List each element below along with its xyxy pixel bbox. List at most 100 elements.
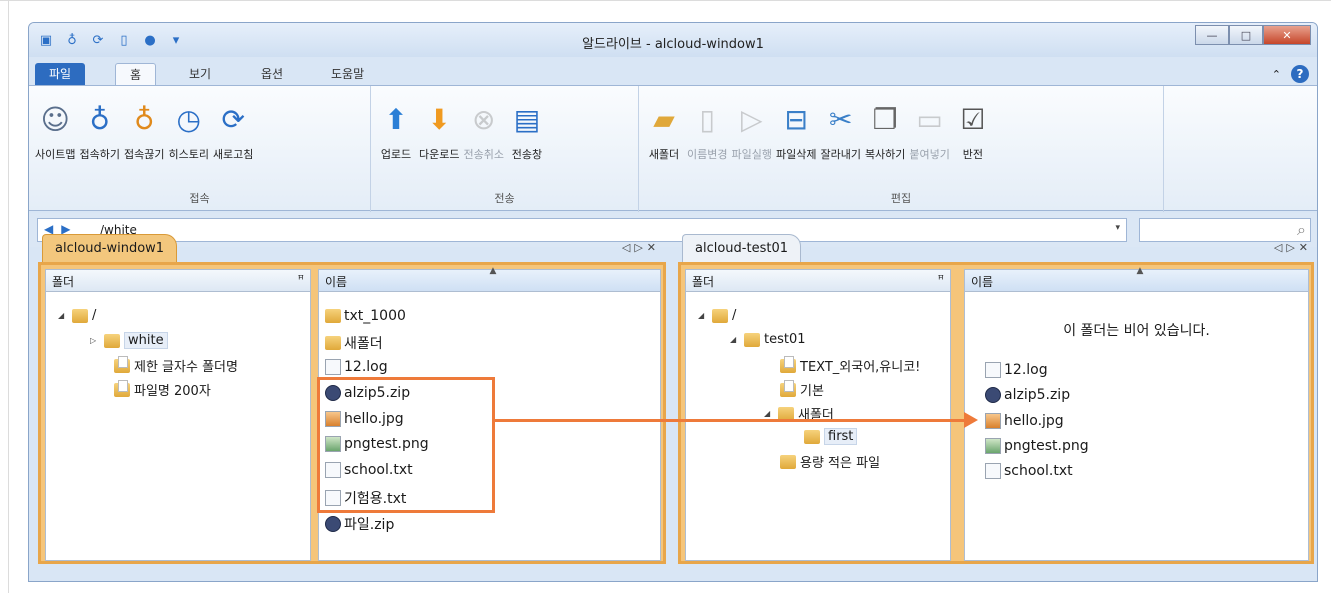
cut-button[interactable]: ✂ 잘라내기 — [818, 100, 862, 162]
collapse-icon: ▷ — [90, 336, 97, 345]
tree-root[interactable]: ◢ / — [58, 308, 96, 323]
upload-button[interactable]: ⬆ 업로드 — [375, 100, 417, 162]
sort-caret-icon: ▲ — [489, 266, 497, 276]
rename-button[interactable]: ▯ 이름변경 — [685, 100, 729, 162]
history-button[interactable]: ◷ 히스토리 — [166, 100, 210, 162]
close-button[interactable]: ✕ — [1263, 25, 1311, 45]
help-icon[interactable]: ? — [1291, 65, 1309, 83]
tree-item-white[interactable]: ▷ white — [90, 332, 168, 349]
title-bar: ▣ ♁ ⟳ ▯ ● ▾ 알드라이브 - alcloud-window1 — □ … — [29, 23, 1317, 57]
text-file-icon — [985, 463, 1001, 479]
tree-item-limit[interactable]: 제한 글자수 폴더명 — [114, 355, 238, 375]
minimize-button[interactable]: — — [1195, 25, 1229, 45]
right-name-header[interactable]: ▲ 이름 — [965, 266, 1308, 292]
run-icon: ▷ — [740, 102, 763, 136]
new-folder-icon: ▰ — [653, 102, 675, 136]
window-icon: ▤ — [513, 102, 541, 136]
cancel-transfer-button[interactable]: ⊗ 전송취소 — [461, 100, 505, 162]
maximize-button[interactable]: □ — [1229, 25, 1263, 45]
transfer-window-button[interactable]: ▤ 전송창 — [506, 100, 548, 162]
new-folder-button[interactable]: ▰ 새폴더 — [643, 100, 685, 162]
zip-file-icon — [985, 387, 1001, 403]
transfer-group-label: 전송 — [494, 192, 515, 205]
expand-icon: ◢ — [764, 409, 771, 418]
list-item[interactable]: 파일.zip — [325, 514, 394, 534]
sitemap-button[interactable]: ☺ 사이트맵 — [33, 100, 77, 162]
window-controls: — □ ✕ — [1195, 25, 1311, 45]
tree-item-filename[interactable]: 파일명 200자 — [114, 379, 211, 399]
disconnect-button[interactable]: ♁ 접속끊기 — [122, 100, 166, 162]
transfer-group: ⬆ 업로드 ⬇ 다운로드 ⊗ 전송취소 ▤ 전송창 전송 — [371, 86, 639, 212]
empty-folder-message: 이 폴더는 비어 있습니다. — [1063, 323, 1210, 339]
folder-icon — [72, 308, 88, 323]
tab-file[interactable]: 파일 — [35, 63, 86, 85]
invert-selection-button[interactable]: ☑ 반전 — [952, 100, 994, 162]
left-folder-panel: 폴더 ꟸ ◢ / ▷ white 제한 글자수 폴더명 파일명 200자 — [45, 269, 311, 561]
refresh-icon: ⟳ — [221, 102, 245, 136]
pin-icon[interactable]: ꟸ — [938, 273, 944, 286]
tab-view[interactable]: 보기 — [175, 63, 225, 85]
refresh-button[interactable]: ⟳ 새로고침 — [211, 100, 255, 162]
tab-home[interactable]: 홈 — [115, 63, 157, 85]
list-item[interactable]: school.txt — [985, 463, 1073, 479]
tree-item-small[interactable]: 용량 적은 파일 — [780, 452, 880, 471]
transfer-arrow-line — [495, 419, 965, 422]
expand-icon: ◢ — [730, 335, 737, 344]
run-file-button[interactable]: ▷ 파일실행 — [729, 100, 773, 162]
tree-item-basic[interactable]: 기본 — [780, 379, 824, 399]
tree-item-text[interactable]: TEXT_외국어,유니코! — [780, 355, 920, 375]
tab-options[interactable]: 옵션 — [247, 63, 297, 85]
list-item[interactable]: 12.log — [325, 359, 388, 375]
left-name-header[interactable]: ▲ 이름 — [319, 266, 660, 292]
folder-icon — [325, 309, 341, 323]
unplug-icon: ♁ — [133, 102, 155, 136]
left-divider — [8, 0, 9, 593]
tab-alcloud-test01[interactable]: alcloud-test01 — [682, 234, 801, 262]
trash-icon: ⊟ — [784, 102, 808, 136]
image-file-icon — [985, 438, 1001, 454]
connect-group: ☺ 사이트맵 ♁ 접속하기 ♁ 접속끊기 ◷ 히스토리 ⟳ 새로고침 접속 — [29, 86, 371, 212]
paste-icon: ▭ — [916, 102, 943, 136]
folder-icon — [114, 355, 130, 373]
connect-button[interactable]: ♁ 접속하기 — [77, 100, 121, 162]
list-item[interactable]: hello.jpg — [985, 413, 1064, 429]
tree-item-test01[interactable]: ◢ test01 — [730, 332, 806, 347]
tab-help[interactable]: 도움말 — [317, 63, 378, 85]
sitemap-icon: ☺ — [40, 102, 70, 136]
sort-caret-icon: ▲ — [1136, 266, 1144, 276]
tree-root[interactable]: ◢ / — [698, 308, 736, 323]
checkbox-icon: ☑ — [960, 102, 986, 136]
collapse-ribbon-icon[interactable]: ⌃ — [1272, 68, 1281, 81]
ribbon: ☺ 사이트맵 ♁ 접속하기 ♁ 접속끊기 ◷ 히스토리 ⟳ 새로고침 접속 ⬆ 업로드 ⬇ 다… — [29, 85, 1317, 212]
connect-group-label: 접속 — [189, 192, 210, 205]
folder-icon — [780, 355, 796, 373]
right-file-panel: ▲ 이름 이 폴더는 비어 있습니다. 12.log alzip5.zip hel… — [964, 266, 1309, 561]
copy-button[interactable]: ❐ 복사하기 — [863, 100, 907, 162]
paste-button[interactable]: ▭ 붙여넣기 — [907, 100, 951, 162]
folder-icon — [104, 333, 120, 348]
cancel-icon: ⊗ — [471, 102, 496, 136]
tab-alcloud-window1[interactable]: alcloud-window1 — [42, 234, 178, 262]
list-item[interactable]: alzip5.zip — [985, 387, 1070, 403]
upload-arrow-icon: ⬆ — [384, 102, 408, 136]
folder-icon — [780, 379, 796, 397]
right-pane-body: 폴더 ꟸ ◢ / ◢ test01 TEXT_외국어,유니코! 기본 ◢ 새폴더 fir… — [678, 262, 1314, 564]
list-item[interactable]: 새폴더 — [325, 333, 383, 353]
folder-icon — [712, 308, 728, 323]
copy-icon: ❐ — [872, 102, 898, 136]
left-pane-controls[interactable]: ◁▷✕ — [622, 241, 660, 254]
address-dropdown-icon[interactable]: ▾ — [1115, 223, 1120, 233]
folder-icon — [325, 336, 341, 350]
list-item[interactable]: pngtest.png — [985, 438, 1089, 454]
folder-icon — [114, 379, 130, 397]
list-item[interactable]: 12.log — [985, 362, 1048, 378]
folder-icon — [780, 454, 796, 469]
transfer-arrow-head — [964, 412, 978, 428]
tree-item-first[interactable]: first — [804, 428, 858, 445]
pin-icon[interactable]: ꟸ — [298, 273, 304, 286]
download-button[interactable]: ⬇ 다운로드 — [417, 100, 461, 162]
list-item[interactable]: txt_1000 — [325, 308, 406, 324]
selection-highlight-box — [317, 377, 495, 513]
right-pane-controls[interactable]: ◁▷✕ — [1274, 241, 1312, 254]
delete-file-button[interactable]: ⊟ 파일삭제 — [774, 100, 818, 162]
